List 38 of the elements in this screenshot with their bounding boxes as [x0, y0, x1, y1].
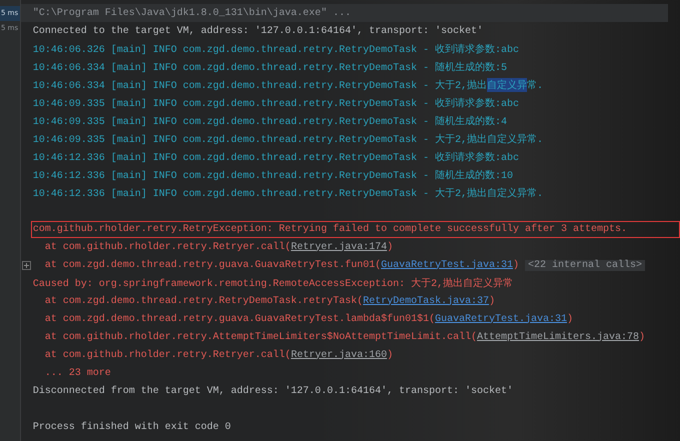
console-text: Process finished with exit code 0	[32, 422, 231, 432]
console-text: )	[512, 260, 519, 270]
console-text: at com.github.rholder.retry.AttemptTimeLimiters$NoAttemptTimeLimit.call(	[44, 332, 477, 342]
console-text: Disconnected from the target VM, address: '127.0.0.1:64164', transport: 'socket'	[32, 386, 513, 396]
internal-calls-badge[interactable]: <22 internal calls>	[525, 260, 646, 270]
console-text: )	[488, 296, 495, 306]
console-text: )	[639, 332, 646, 342]
console-text: at com.zgd.demo.thread.retry.guava.GuavaRetryTest.fun01(	[44, 260, 381, 270]
console-text: 10:46:12.336 [main] INFO com.zgd.demo.thread.retry.RetryDemoTask - 大于2,抛出自定义异常.	[32, 186, 543, 200]
console-text: )	[386, 350, 393, 360]
console-text: "C:\Program Files\Java\jdk1.8.0_131\bin\java.exe" ...	[32, 8, 351, 18]
source-link[interactable]: RetryDemoTask.java:37	[362, 296, 489, 306]
console-text: Connected to the target VM, address: '127.0.0.1:64164', transport: 'socket'	[32, 26, 483, 36]
source-link[interactable]: Retryer.java:174	[290, 242, 387, 252]
console-text: 10:46:09.335 [main] INFO com.zgd.demo.thread.retry.RetryDemoTask - 随机生成的数:4	[32, 114, 507, 128]
console-text: 常.	[526, 78, 543, 92]
console-text: com.github.rholder.retry.RetryException: Retrying failed to complete successfully after 3 attempts.	[32, 224, 627, 234]
source-link[interactable]: Retryer.java:160	[290, 350, 387, 360]
source-link[interactable]: GuavaRetryTest.java:31	[434, 314, 567, 324]
console-text: 10:46:06.334 [main] INFO com.zgd.demo.thread.retry.RetryDemoTask - 大于2,抛出	[32, 78, 487, 92]
console-text: at com.github.rholder.retry.Retryer.call(	[44, 350, 291, 360]
console-text: 10:46:09.335 [main] INFO com.zgd.demo.thread.retry.RetryDemoTask - 收到请求参数:abc	[32, 96, 519, 110]
console-text: at com.zgd.demo.thread.retry.RetryDemoTask.retryTask(	[44, 296, 363, 306]
console-text: 10:46:09.335 [main] INFO com.zgd.demo.thread.retry.RetryDemoTask - 大于2,抛出自定义异常.	[32, 132, 543, 146]
source-link[interactable]: AttemptTimeLimiters.java:78	[476, 332, 639, 342]
console-text: )	[567, 314, 574, 324]
console-text: at com.zgd.demo.thread.retry.guava.GuavaRetryTest.lambda$fun01$1(	[44, 314, 435, 324]
console-text: 10:46:06.326 [main] INFO com.zgd.demo.thread.retry.RetryDemoTask - 收到请求参数:abc	[32, 42, 519, 56]
expand-icon[interactable]	[22, 260, 32, 270]
selected-text: 自定义异	[486, 78, 527, 92]
console-text: )	[386, 242, 393, 252]
console-text: 10:46:12.336 [main] INFO com.zgd.demo.thread.retry.RetryDemoTask - 随机生成的数:10	[32, 168, 513, 182]
console-text: 10:46:12.336 [main] INFO com.zgd.demo.thread.retry.RetryDemoTask - 收到请求参数:abc	[32, 150, 519, 164]
console-text: Caused by: org.springframework.remoting.RemoteAccessException: 大于2,抛出自定义异常	[32, 276, 513, 290]
console-text: ... 23 more	[44, 368, 111, 378]
console-text: at com.github.rholder.retry.Retryer.call(	[44, 242, 291, 252]
console-text: 10:46:06.334 [main] INFO com.zgd.demo.thread.retry.RetryDemoTask - 随机生成的数:5	[32, 60, 507, 74]
source-link[interactable]: GuavaRetryTest.java:31	[380, 260, 513, 270]
